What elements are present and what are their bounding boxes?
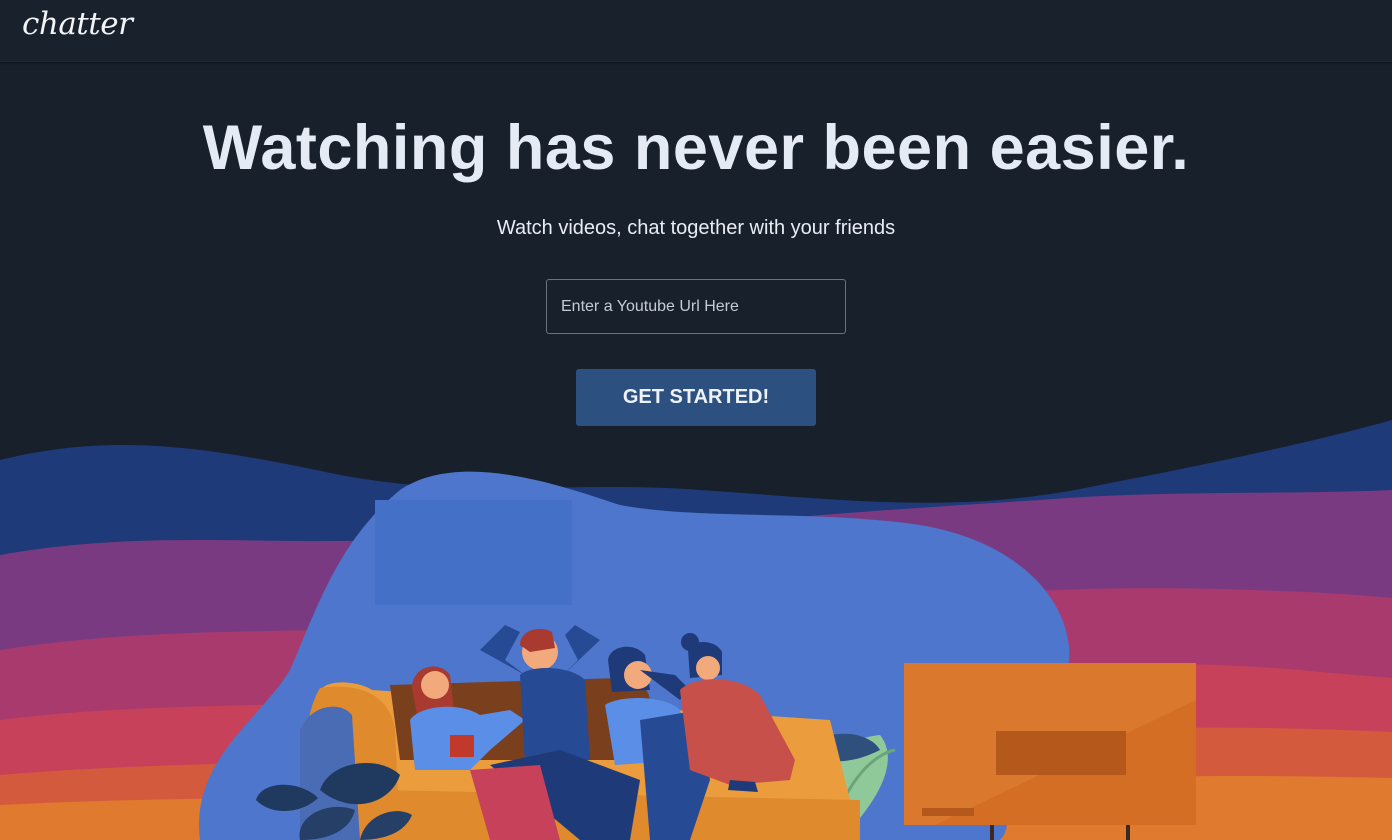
tv xyxy=(904,663,1196,840)
hero-illustration xyxy=(0,420,1392,840)
page-subtitle: Watch videos, chat together with your fr… xyxy=(496,217,896,239)
page-title: Watching has never been easier. xyxy=(202,113,1190,183)
wall-frame xyxy=(375,500,572,605)
logo[interactable]: chatter xyxy=(22,6,133,42)
get-started-button[interactable]: GET STARTED! xyxy=(576,369,816,426)
navbar: chatter xyxy=(0,0,1392,62)
youtube-url-input[interactable] xyxy=(546,279,846,334)
